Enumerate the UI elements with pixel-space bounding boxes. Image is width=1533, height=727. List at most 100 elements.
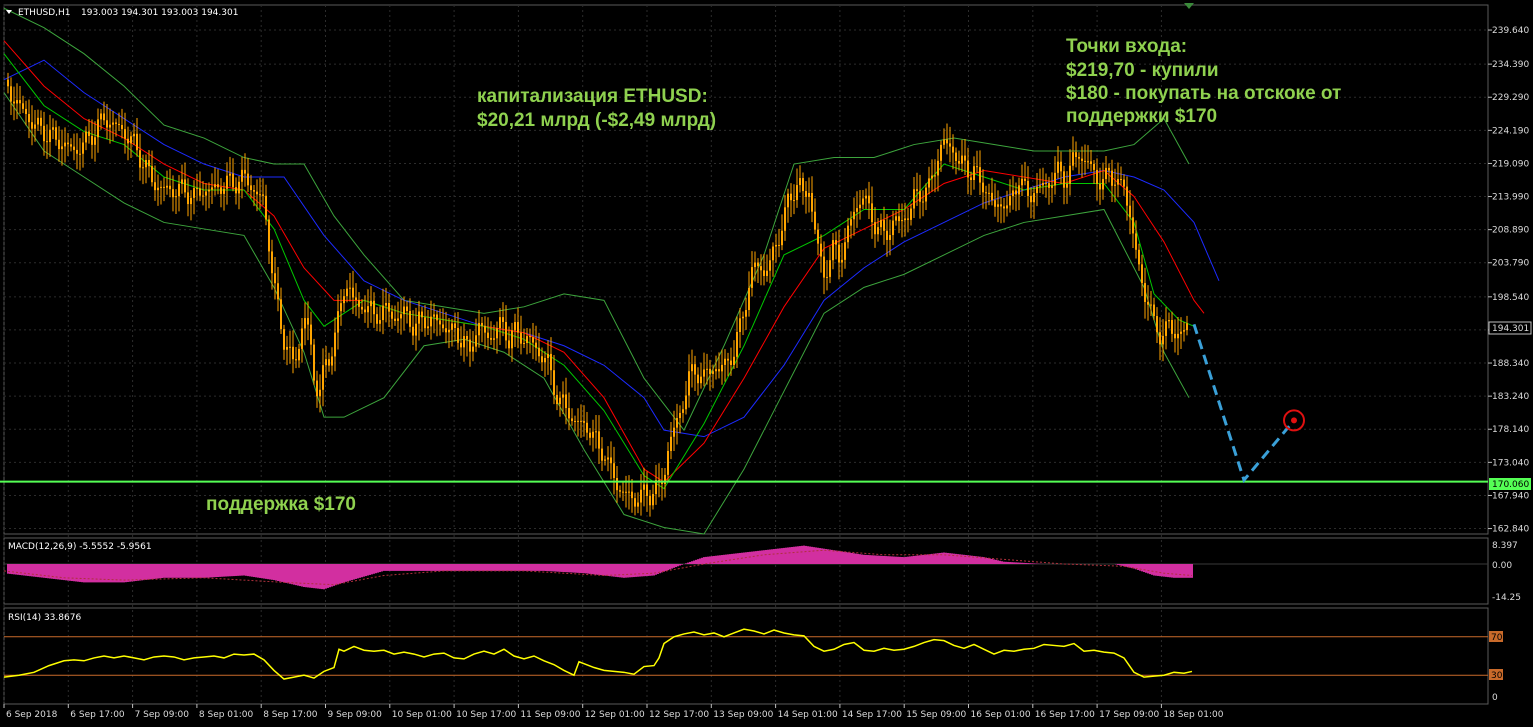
candle-body[interactable]: [1159, 332, 1161, 345]
candle-body[interactable]: [172, 189, 174, 198]
candle-body[interactable]: [565, 394, 567, 409]
candle-body[interactable]: [871, 203, 873, 223]
candle-body[interactable]: [409, 311, 411, 327]
candle-body[interactable]: [58, 139, 60, 150]
candle-body[interactable]: [16, 100, 18, 104]
candle-body[interactable]: [301, 328, 303, 349]
candle-body[interactable]: [85, 131, 87, 143]
candle-body[interactable]: [388, 303, 390, 312]
candle-body[interactable]: [436, 314, 438, 321]
candle-body[interactable]: [235, 187, 237, 194]
candle-body[interactable]: [1048, 183, 1050, 188]
candle-body[interactable]: [514, 322, 516, 331]
candle-body[interactable]: [94, 137, 96, 145]
candle-body[interactable]: [1153, 304, 1155, 317]
candle-body[interactable]: [856, 208, 858, 212]
candle-body[interactable]: [628, 491, 630, 493]
candle-body[interactable]: [106, 120, 108, 128]
candle-body[interactable]: [31, 122, 33, 129]
candle-body[interactable]: [586, 422, 588, 433]
candle-body[interactable]: [745, 310, 747, 317]
candle-body[interactable]: [460, 342, 462, 348]
candle-body[interactable]: [271, 251, 273, 274]
candle-body[interactable]: [487, 332, 489, 338]
candle-body[interactable]: [310, 324, 312, 345]
candle-body[interactable]: [1051, 185, 1053, 188]
candle-body[interactable]: [766, 270, 768, 276]
candle-body[interactable]: [988, 192, 990, 194]
candle-body[interactable]: [322, 365, 324, 390]
candle-body[interactable]: [1099, 183, 1101, 190]
candle-body[interactable]: [1036, 186, 1038, 194]
candle-body[interactable]: [532, 337, 534, 343]
candle-body[interactable]: [1012, 190, 1014, 197]
candle-body[interactable]: [226, 175, 228, 189]
candle-body[interactable]: [943, 139, 945, 145]
candle-body[interactable]: [583, 421, 585, 423]
candle-body[interactable]: [997, 204, 999, 207]
candle-body[interactable]: [376, 314, 378, 324]
candle-body[interactable]: [418, 311, 420, 324]
candle-body[interactable]: [268, 219, 270, 252]
candle-body[interactable]: [289, 346, 291, 348]
candle-body[interactable]: [367, 306, 369, 313]
candle-body[interactable]: [961, 155, 963, 164]
candle-body[interactable]: [781, 230, 783, 246]
candle-body[interactable]: [529, 336, 531, 338]
candle-body[interactable]: [682, 409, 684, 413]
candle-body[interactable]: [145, 159, 147, 168]
candle-body[interactable]: [346, 288, 348, 297]
candle-body[interactable]: [820, 243, 822, 257]
candle-body[interactable]: [553, 370, 555, 395]
candle-body[interactable]: [148, 159, 150, 167]
candle-body[interactable]: [562, 394, 564, 398]
candle-body[interactable]: [448, 329, 450, 333]
macd-panel[interactable]: [3, 545, 1488, 590]
candle-body[interactable]: [316, 380, 318, 397]
candle-body[interactable]: [283, 329, 285, 350]
candle-body[interactable]: [853, 211, 855, 220]
candle-body[interactable]: [772, 246, 774, 261]
candle-body[interactable]: [877, 227, 879, 235]
candle-body[interactable]: [190, 197, 192, 205]
candle-body[interactable]: [775, 244, 777, 247]
candle-body[interactable]: [535, 342, 537, 348]
candle-body[interactable]: [595, 431, 597, 433]
candle-body[interactable]: [667, 450, 669, 475]
candle-body[interactable]: [859, 204, 861, 209]
candle-body[interactable]: [355, 297, 357, 301]
candle-body[interactable]: [370, 300, 372, 307]
candle-body[interactable]: [850, 219, 852, 226]
candle-body[interactable]: [439, 320, 441, 325]
candle-body[interactable]: [1156, 316, 1158, 333]
candle-body[interactable]: [1030, 195, 1032, 203]
candle-body[interactable]: [1135, 233, 1137, 250]
candle-body[interactable]: [472, 346, 474, 352]
candle-body[interactable]: [1177, 333, 1179, 339]
candle-body[interactable]: [862, 198, 864, 205]
candle-body[interactable]: [334, 332, 336, 357]
candle-body[interactable]: [214, 184, 216, 188]
candle-body[interactable]: [484, 325, 486, 333]
candle-body[interactable]: [508, 340, 510, 349]
candle-body[interactable]: [100, 113, 102, 120]
candle-body[interactable]: [1072, 152, 1074, 166]
candle-body[interactable]: [1162, 335, 1164, 345]
candle-body[interactable]: [538, 347, 540, 357]
rsi-panel[interactable]: [3, 628, 1488, 680]
candle-body[interactable]: [691, 364, 693, 372]
candle-body[interactable]: [499, 317, 501, 329]
candle-body[interactable]: [46, 141, 48, 143]
candle-body[interactable]: [1081, 158, 1083, 161]
candle-body[interactable]: [337, 311, 339, 333]
candle-body[interactable]: [1180, 331, 1182, 334]
candle-body[interactable]: [1042, 182, 1044, 186]
candle-body[interactable]: [349, 287, 351, 289]
candle-body[interactable]: [292, 346, 294, 360]
candle-body[interactable]: [847, 225, 849, 243]
candle-body[interactable]: [61, 146, 63, 150]
candle-body[interactable]: [1111, 170, 1113, 186]
candle-body[interactable]: [769, 260, 771, 271]
candle-body[interactable]: [793, 200, 795, 202]
candle-body[interactable]: [721, 364, 723, 372]
